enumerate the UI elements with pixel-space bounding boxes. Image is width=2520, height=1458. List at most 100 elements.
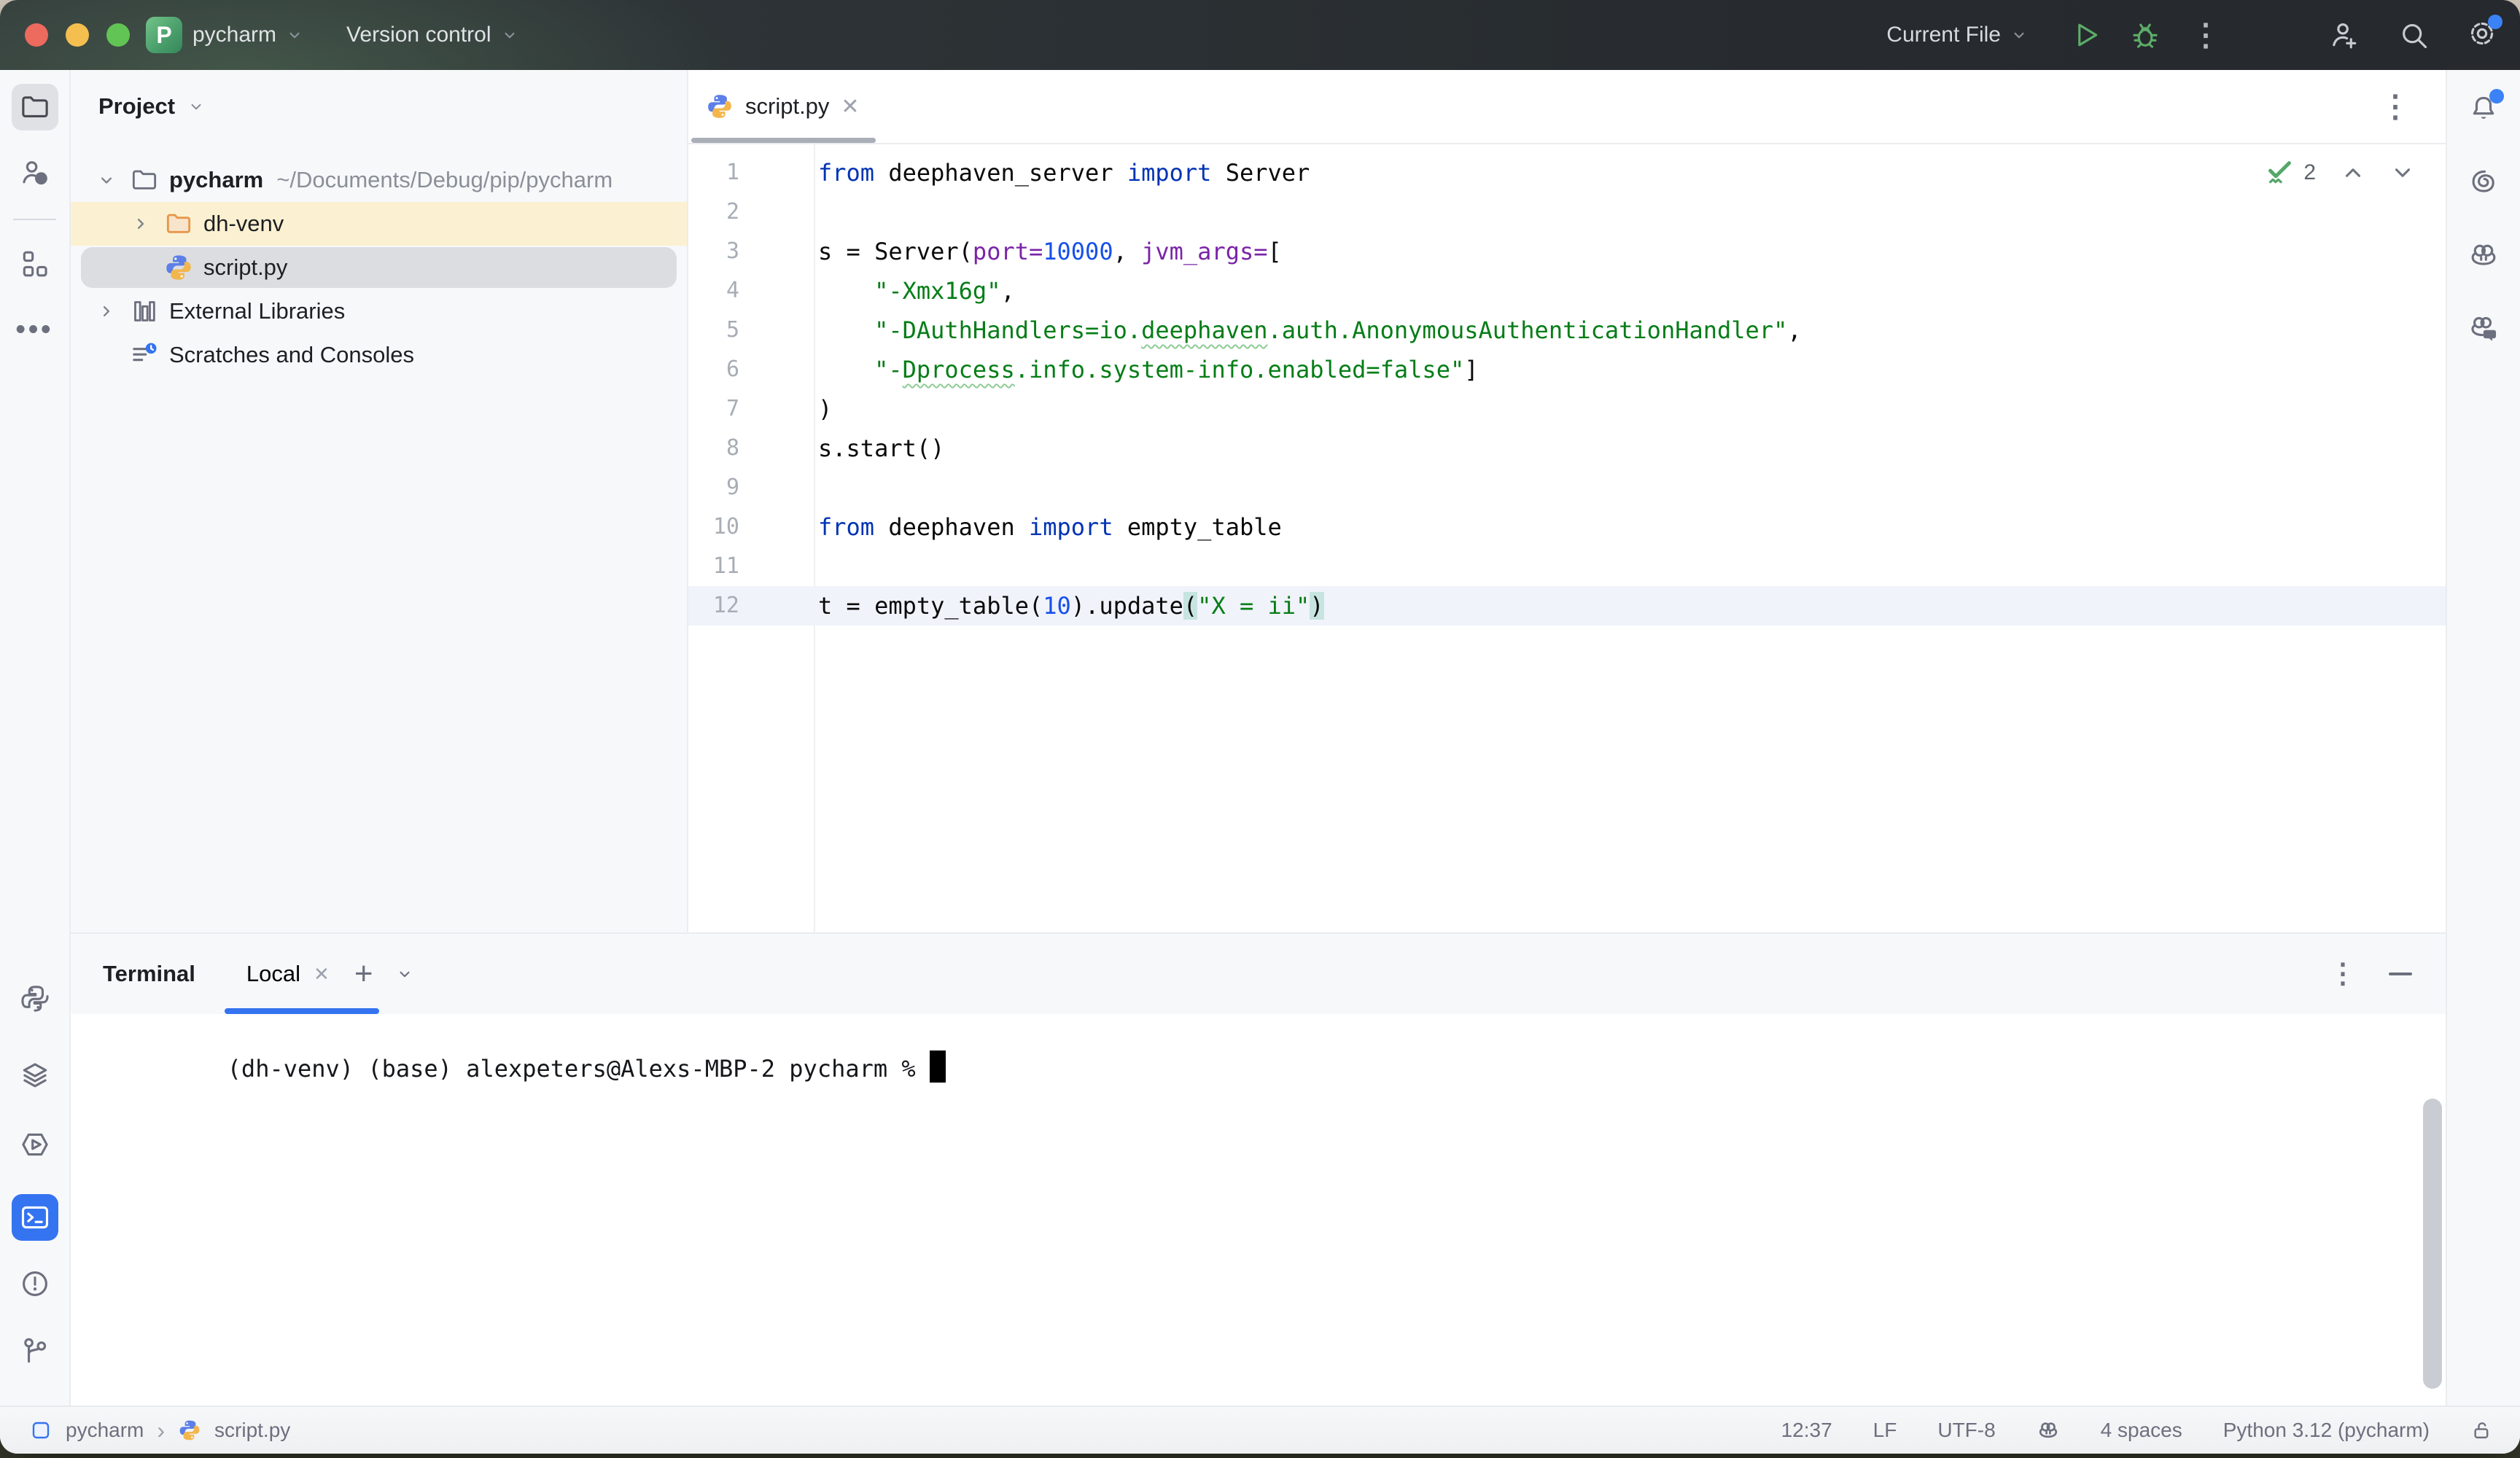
left-tool-strip: ? ••• bbox=[0, 70, 71, 1406]
notifications-tool-button[interactable] bbox=[2460, 86, 2507, 133]
terminal-tabs-dropdown-icon[interactable] bbox=[395, 964, 414, 983]
editor-options-icon[interactable]: ⋮ bbox=[2380, 90, 2411, 122]
code-text: "-Dprocess.info.system-info.enabled=fals… bbox=[818, 350, 1478, 389]
structure-tool-button[interactable] bbox=[12, 241, 58, 287]
junie-tool-button[interactable] bbox=[2460, 232, 2507, 278]
code-line[interactable]: 1from deephaven_server import Server bbox=[688, 153, 2446, 192]
project-panel-header[interactable]: Project bbox=[98, 93, 206, 120]
project-menu-label: pycharm bbox=[192, 23, 276, 47]
terminal-options-icon[interactable]: ⋮ bbox=[2329, 958, 2357, 990]
add-user-icon[interactable] bbox=[2328, 19, 2360, 51]
chevron-right-icon[interactable] bbox=[96, 301, 117, 321]
code-line[interactable]: 12t = empty_table(10).update("X = ii") bbox=[688, 586, 2446, 625]
editor-area: script.py ✕ ⋮ 1from deephaven_server imp… bbox=[688, 70, 2446, 932]
more-actions-icon[interactable]: ⋮ bbox=[2190, 19, 2221, 51]
terminal-output[interactable]: (dh-venv) (base) alexpeters@Alexs-MBP-2 … bbox=[71, 1014, 2446, 1406]
chevron-right-icon[interactable] bbox=[131, 214, 151, 234]
services-icon bbox=[19, 1128, 51, 1161]
tree-item-label: External Libraries bbox=[169, 298, 345, 324]
next-problem-icon[interactable] bbox=[2390, 160, 2415, 185]
code-text: t = empty_table(10).update("X = ii") bbox=[818, 586, 1324, 625]
status-file-name[interactable]: script.py bbox=[214, 1419, 290, 1442]
terminal-scrollbar[interactable] bbox=[2423, 1099, 2442, 1389]
project-panel-title: Project bbox=[98, 93, 175, 120]
python-console-tool-button[interactable] bbox=[12, 975, 58, 1022]
ai-assistant-tool-button[interactable] bbox=[2460, 159, 2507, 206]
editor-tab-script-py[interactable]: script.py ✕ bbox=[688, 70, 879, 143]
code-text: ) bbox=[818, 389, 832, 429]
encoding-widget[interactable]: UTF-8 bbox=[1937, 1419, 1995, 1442]
interpreter-widget[interactable]: Python 3.12 (pycharm) bbox=[2223, 1419, 2430, 1442]
project-menu-button[interactable]: pycharm bbox=[192, 23, 304, 47]
unlocked-icon[interactable] bbox=[2470, 1419, 2494, 1442]
line-number: 1 bbox=[688, 153, 739, 192]
debug-icon[interactable] bbox=[2129, 19, 2161, 51]
code-line[interactable]: 9 bbox=[688, 468, 2446, 507]
run-configuration-selector[interactable]: Current File bbox=[1886, 23, 2029, 47]
junie-chat-tool-button[interactable] bbox=[2460, 305, 2507, 351]
tree-item-dh-venv[interactable]: dh-venv bbox=[71, 202, 687, 246]
code-text: from deephaven import empty_table bbox=[818, 507, 1282, 547]
problems-tool-button[interactable] bbox=[12, 1260, 58, 1307]
code-line[interactable]: 5 "-DAuthHandlers=io.deephaven.auth.Anon… bbox=[688, 311, 2446, 350]
window-controls bbox=[25, 23, 130, 47]
minimize-window-button[interactable] bbox=[66, 23, 89, 47]
code-line[interactable]: 8s.start() bbox=[688, 429, 2446, 468]
code-line[interactable]: 6 "-Dprocess.info.system-info.enabled=fa… bbox=[688, 350, 2446, 389]
ellipsis-icon: ••• bbox=[16, 314, 54, 346]
close-terminal-tab-icon[interactable]: ✕ bbox=[314, 963, 330, 986]
tree-item-external-libraries[interactable]: External Libraries bbox=[71, 289, 687, 333]
search-icon[interactable] bbox=[2398, 19, 2430, 51]
code-line[interactable]: 10 from deephaven import empty_table bbox=[688, 507, 2446, 547]
exclamation-circle-icon bbox=[19, 1268, 51, 1300]
caret-position-widget[interactable]: 12:37 bbox=[1781, 1419, 1832, 1442]
new-terminal-tab-icon[interactable]: + bbox=[354, 959, 373, 989]
tree-item-scratches[interactable]: Scratches and Consoles bbox=[71, 333, 687, 377]
previous-problem-icon[interactable] bbox=[2341, 160, 2365, 185]
project-tree: pycharm ~/Documents/Debug/pip/pycharm dh… bbox=[71, 158, 687, 377]
tree-item-pycharm[interactable]: pycharm ~/Documents/Debug/pip/pycharm bbox=[71, 158, 687, 202]
folder-icon bbox=[19, 91, 51, 123]
status-project-name[interactable]: pycharm bbox=[66, 1419, 144, 1442]
tree-item-script-py[interactable]: script.py bbox=[71, 246, 687, 289]
hide-terminal-icon[interactable] bbox=[2389, 972, 2412, 975]
chevron-down-icon[interactable] bbox=[96, 170, 117, 190]
indent-widget[interactable]: 4 spaces bbox=[2101, 1419, 2182, 1442]
tree-item-path: ~/Documents/Debug/pip/pycharm bbox=[276, 167, 612, 193]
services-tool-button[interactable] bbox=[12, 1121, 58, 1168]
line-number: 9 bbox=[688, 468, 739, 507]
code-line[interactable]: 7) bbox=[688, 389, 2446, 429]
active-tab-indicator bbox=[691, 138, 876, 143]
close-window-button[interactable] bbox=[25, 23, 48, 47]
terminal-tool-button[interactable] bbox=[12, 1194, 58, 1241]
tree-item-label: Scratches and Consoles bbox=[169, 342, 414, 368]
run-icon[interactable] bbox=[2069, 19, 2101, 51]
code-editor[interactable]: 1from deephaven_server import Server23s … bbox=[688, 144, 2446, 932]
vcs-menu-button[interactable]: Version control bbox=[346, 23, 518, 47]
chevron-down-icon bbox=[285, 26, 304, 44]
terminal-title[interactable]: Terminal bbox=[103, 961, 195, 987]
ai-status-icon[interactable] bbox=[2037, 1419, 2060, 1442]
code-line[interactable]: 2 bbox=[688, 192, 2446, 232]
zoom-window-button[interactable] bbox=[106, 23, 130, 47]
terminal-icon bbox=[19, 1201, 51, 1233]
terminal-prompt: (dh-venv) (base) alexpeters@Alexs-MBP-2 … bbox=[228, 1055, 930, 1083]
line-number: 10 bbox=[688, 507, 739, 547]
version-control-tool-button[interactable] bbox=[12, 1328, 58, 1374]
junie-icon bbox=[2468, 239, 2500, 271]
inspection-widget[interactable]: 2 bbox=[2263, 156, 2415, 190]
line-ending-widget[interactable]: LF bbox=[1873, 1419, 1897, 1442]
code-line[interactable]: 11 bbox=[688, 547, 2446, 586]
help-person-tool-button[interactable]: ? bbox=[12, 149, 58, 196]
more-tool-windows-button[interactable]: ••• bbox=[12, 306, 58, 353]
status-bar: pycharm › script.py 12:37 LF UTF-8 4 spa… bbox=[0, 1406, 2520, 1454]
terminal-tab-local[interactable]: Local ✕ bbox=[242, 934, 334, 1014]
project-tool-button[interactable] bbox=[12, 84, 58, 130]
terminal-cursor bbox=[930, 1050, 946, 1083]
close-tab-icon[interactable]: ✕ bbox=[841, 94, 859, 120]
line-number: 3 bbox=[688, 232, 739, 271]
code-line[interactable]: 3s = Server(port=10000, jvm_args=[ bbox=[688, 232, 2446, 271]
strip-divider bbox=[13, 219, 56, 220]
code-line[interactable]: 4 "-Xmx16g", bbox=[688, 271, 2446, 311]
python-packages-tool-button[interactable] bbox=[12, 1052, 58, 1099]
